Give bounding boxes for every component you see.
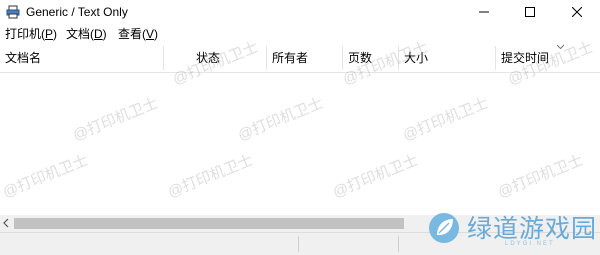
menu-view[interactable]: 查看(V)	[118, 27, 158, 42]
scroll-left-icon[interactable]	[2, 218, 10, 228]
status-divider	[398, 236, 399, 252]
print-queue-list[interactable]	[0, 73, 600, 215]
column-owner[interactable]: 所有者	[267, 44, 342, 72]
column-header: 文档名 状态 所有者 页数 大小 提交时间	[0, 44, 600, 73]
minimize-button[interactable]	[461, 0, 507, 24]
menu-document[interactable]: 文档(D)	[66, 27, 107, 42]
menu-bar: 打印机(P) 文档(D) 查看(V)	[0, 24, 600, 44]
column-submitted[interactable]: 提交时间	[496, 44, 600, 72]
menu-printer[interactable]: 打印机(P)	[5, 27, 57, 42]
minimize-icon	[479, 11, 489, 13]
title-bar: Generic / Text Only	[0, 0, 600, 24]
scrollbar-thumb[interactable]	[14, 218, 404, 229]
logo-subtext: LDYGI.NET	[505, 241, 555, 247]
leaf-logo-icon	[429, 213, 459, 243]
maximize-icon	[525, 7, 535, 17]
window-title: Generic / Text Only	[26, 5, 128, 19]
sort-chevron-icon	[556, 44, 565, 50]
logo-text: 绿道游戏园	[467, 214, 598, 243]
printer-icon	[6, 5, 20, 19]
close-button[interactable]	[554, 0, 600, 24]
column-size[interactable]: 大小	[399, 44, 495, 72]
maximize-button[interactable]	[507, 0, 553, 24]
column-status[interactable]: 状态	[191, 44, 266, 72]
status-divider	[298, 236, 299, 252]
site-logo: 绿道游戏园 LDYGI.NET	[425, 205, 600, 254]
column-document-name[interactable]: 文档名	[0, 44, 163, 72]
column-divider[interactable]	[163, 46, 164, 70]
close-icon	[572, 7, 582, 17]
column-pages[interactable]: 页数	[343, 44, 398, 72]
